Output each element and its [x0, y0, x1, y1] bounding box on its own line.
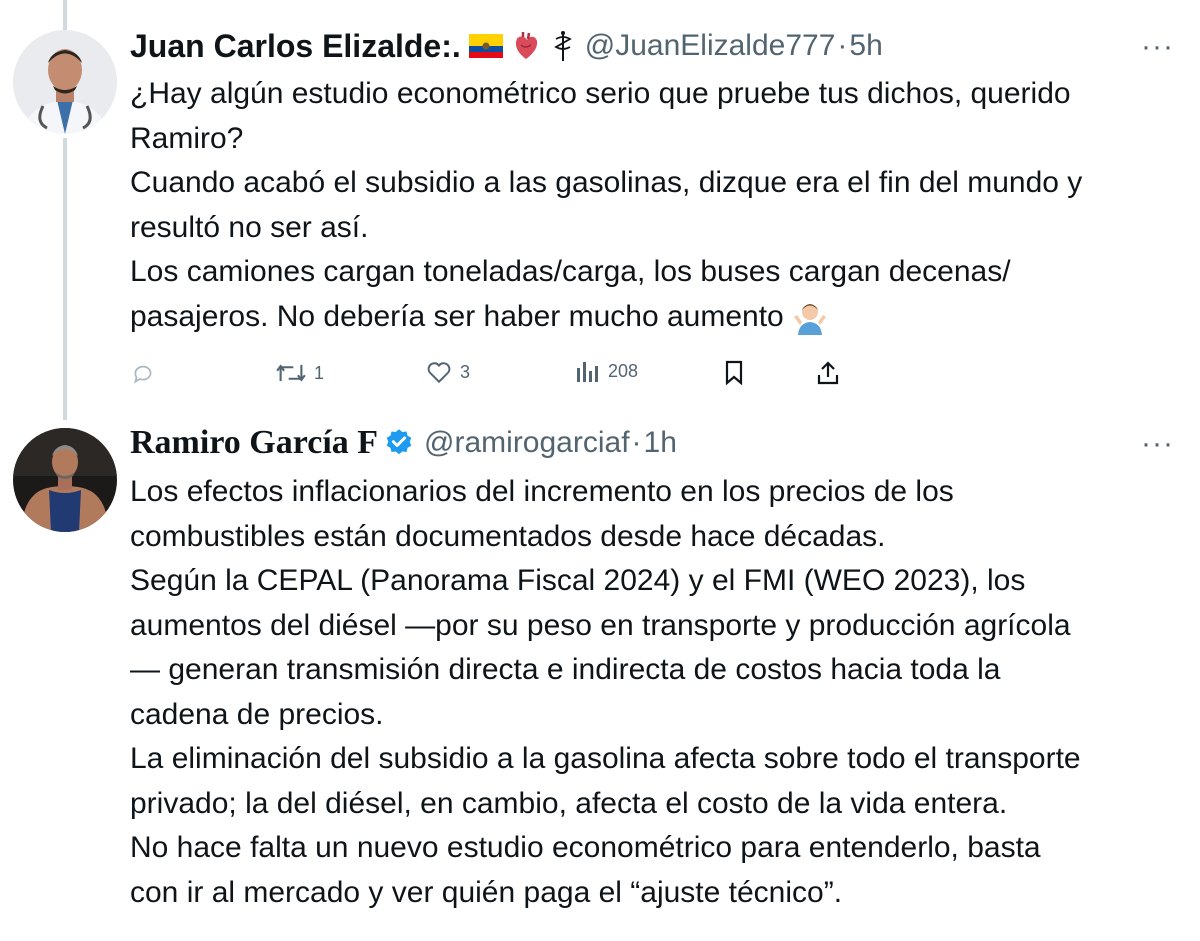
tweet-line: No hace falta un nuevo estudio econométr…	[130, 831, 1041, 864]
tweet-body: Los efectos inflacionarios del increment…	[130, 470, 1180, 915]
like-count: 3	[460, 361, 471, 382]
share-button[interactable]	[816, 360, 840, 386]
author-name[interactable]: Juan Carlos Elizalde:.	[130, 28, 461, 65]
views-icon	[577, 362, 598, 382]
thread-line-connector	[63, 138, 67, 420]
thread-line-top	[63, 0, 67, 30]
tweet-line: resultó no ser así.	[130, 210, 369, 244]
bookmark-button[interactable]	[724, 360, 744, 386]
retweet-button[interactable]: 1	[276, 360, 324, 386]
separator-dot: ·	[837, 29, 848, 62]
tweet-line: aumentos del diésel —por su peso en tran…	[130, 608, 1071, 642]
more-options-button[interactable]: ···	[1141, 30, 1174, 64]
tweet-time[interactable]: 1h	[644, 426, 677, 460]
bookmark-icon	[725, 360, 743, 386]
avatar-ramiro[interactable]	[13, 428, 117, 532]
tweet-line: pasajeros. No debería ser haber mucho au…	[130, 299, 784, 333]
share-icon	[817, 361, 839, 385]
author-handle[interactable]: @ramirogarciaf	[424, 426, 630, 460]
tweet-line: Los efectos inflacionarios del increment…	[130, 475, 954, 508]
retweet-count: 1	[314, 362, 325, 383]
author-handle[interactable]: @JuanElizalde777	[585, 29, 836, 63]
tweet-time[interactable]: 5h	[849, 29, 882, 63]
tweet-line: La eliminación del subsidio a la gasolin…	[130, 742, 1081, 775]
tweet-line: Según la CEPAL (Panorama Fiscal 2024) y …	[130, 564, 1026, 597]
tweet-header: Juan Carlos Elizalde:. @JuanElizalde777 …	[130, 24, 883, 68]
reply-icon	[134, 365, 152, 384]
reply-button[interactable]	[130, 360, 164, 386]
views-button[interactable]: 208	[576, 360, 638, 382]
avatar-juan-carlos[interactable]	[13, 30, 117, 134]
tweet-line: Los camiones cargan toneladas/carga, los…	[130, 255, 1011, 288]
tweet-line: cadena de precios.	[130, 697, 384, 731]
tweet-line: ¿Hay algún estudio econométrico serio qu…	[130, 77, 1071, 110]
medical-staff-icon	[551, 30, 575, 62]
tweet-actions: 1 3 208	[130, 360, 850, 392]
tweet-line-last: pasajeros. No debería ser haber mucho au…	[130, 295, 1180, 340]
tweet-body: ¿Hay algún estudio econométrico serio qu…	[130, 72, 1180, 339]
retweet-icon	[276, 364, 306, 382]
tweet-line: con ir al mercado y ver quién paga el “a…	[130, 875, 843, 909]
like-button[interactable]: 3	[426, 360, 470, 384]
more-options-button[interactable]: ···	[1141, 427, 1174, 461]
author-name[interactable]: Ramiro García F	[130, 424, 378, 462]
views-count: 208	[608, 360, 639, 381]
tweet-line: privado; la del diésel, en cambio, afect…	[130, 786, 1008, 820]
tweet-line: Cuando acabó el subsidio a las gasolinas…	[130, 166, 1083, 199]
ecuador-flag-icon	[468, 34, 503, 58]
heart-icon	[427, 362, 451, 384]
tweet-header: Ramiro García F @ramirogarciaf · 1h	[130, 421, 677, 465]
anatomical-heart-icon	[511, 31, 541, 61]
separator-dot: ·	[631, 426, 642, 459]
person-shrugging-icon	[792, 299, 828, 335]
tweet-line: combustibles están documentados desde ha…	[130, 519, 886, 553]
tweet-line: Ramiro?	[130, 121, 244, 155]
tweet-line: — generan transmisión directa e indirect…	[130, 653, 1001, 686]
verified-badge-icon	[384, 428, 414, 458]
